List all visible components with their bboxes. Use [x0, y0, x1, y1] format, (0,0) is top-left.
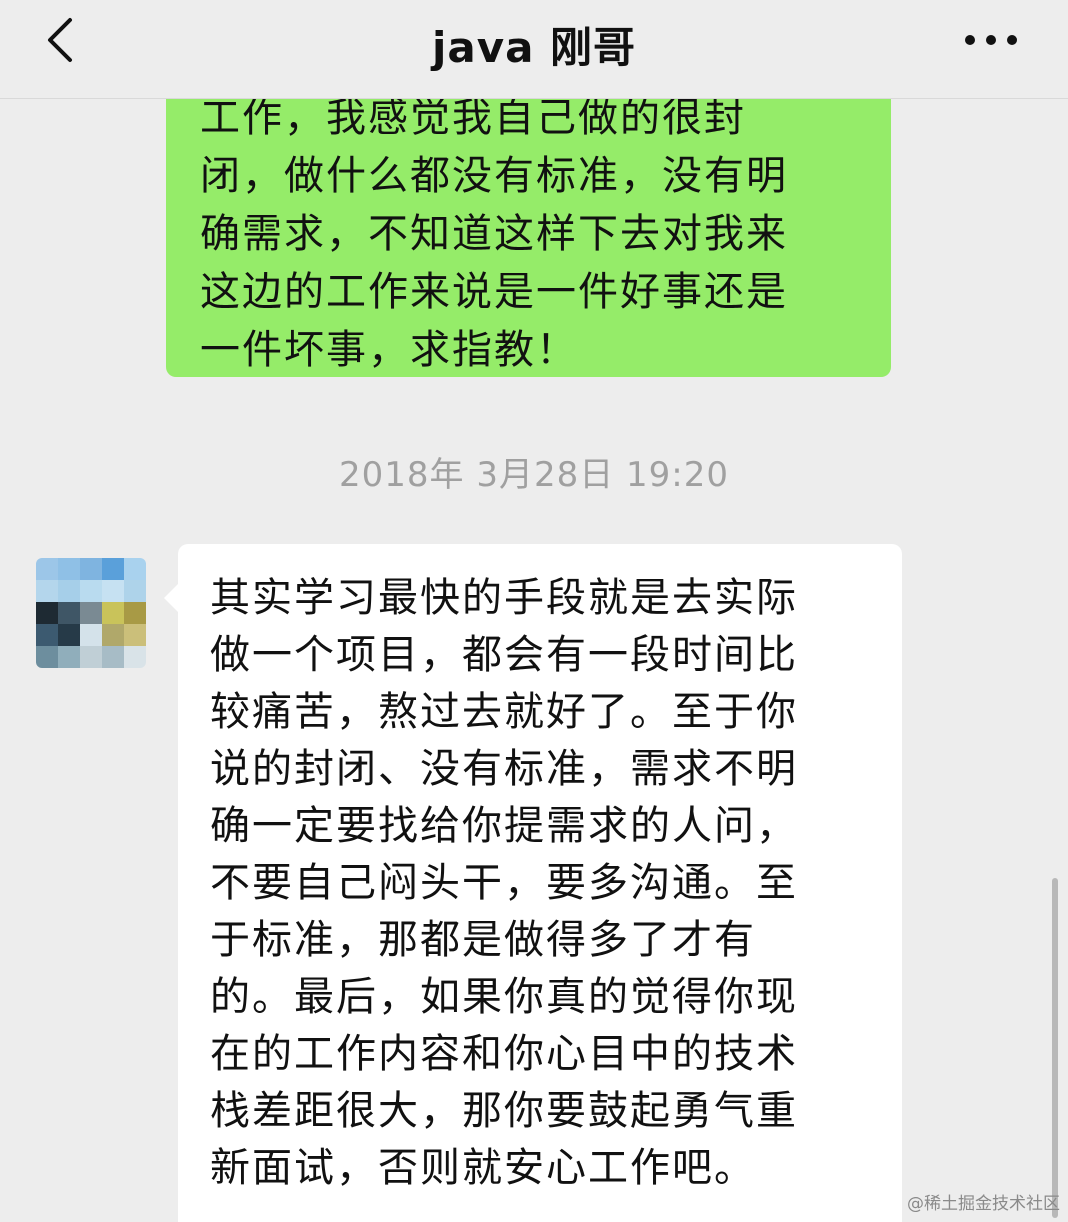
avatar[interactable]: [36, 558, 146, 668]
more-button[interactable]: [964, 30, 1018, 50]
message-line: 栈差距很大，那你要鼓起勇气重: [210, 1088, 798, 1134]
scrollbar[interactable]: [1052, 878, 1058, 1218]
message-line: 做一个项目，都会有一段时间比: [210, 632, 798, 678]
outgoing-message-text: 工作，我感觉我自己做的很封 闭，做什么都没有标准，没有明 确需求，不知道这样下去…: [200, 99, 860, 379]
message-line: 不要自己闷头干，要多沟通。至: [210, 860, 798, 906]
message-line: 其实学习最快的手段就是去实际: [210, 575, 798, 621]
message-line: 这边的工作来说是一件好事还是: [200, 269, 788, 315]
message-timestamp: 2018年 3月28日 19:20: [338, 455, 730, 495]
more-dots-icon: [965, 35, 1017, 45]
message-line: 新面试，否则就安心工作吧。: [210, 1145, 756, 1191]
message-line: 一件坏事，求指教！: [200, 327, 578, 373]
message-line: 确需求，不知道这样下去对我来: [200, 211, 788, 257]
message-line: 闭，做什么都没有标准，没有明: [200, 153, 788, 199]
message-line: 工作，我感觉我自己做的很封: [200, 99, 746, 141]
message-list[interactable]: 工作，我感觉我自己做的很封 闭，做什么都没有标准，没有明 确需求，不知道这样下去…: [0, 99, 1068, 1222]
watermark: @稀土掘金技术社区: [907, 1194, 1060, 1214]
message-line: 的。最后，如果你真的觉得你现: [210, 974, 798, 1020]
message-line: 于标准，那都是做得多了才有: [210, 917, 756, 963]
message-line: 确一定要找给你提需求的人问，: [210, 803, 798, 849]
chat-title: java 刚哥: [431, 23, 637, 72]
incoming-message-bubble[interactable]: 其实学习最快的手段就是去实际 做一个项目，都会有一段时间比 较痛苦，熬过去就好了…: [164, 544, 902, 1222]
message-line: 较痛苦，熬过去就好了。至于你: [210, 689, 798, 735]
message-line: 在的工作内容和你心目中的技术: [210, 1031, 798, 1077]
outgoing-message-bubble[interactable]: 工作，我感觉我自己做的很封 闭，做什么都没有标准，没有明 确需求，不知道这样下去…: [166, 99, 891, 377]
incoming-message-text: 其实学习最快的手段就是去实际 做一个项目，都会有一段时间比 较痛苦，熬过去就好了…: [210, 570, 878, 1197]
chat-header: java 刚哥: [0, 0, 1068, 99]
message-line: 说的封闭、没有标准，需求不明: [210, 746, 798, 792]
